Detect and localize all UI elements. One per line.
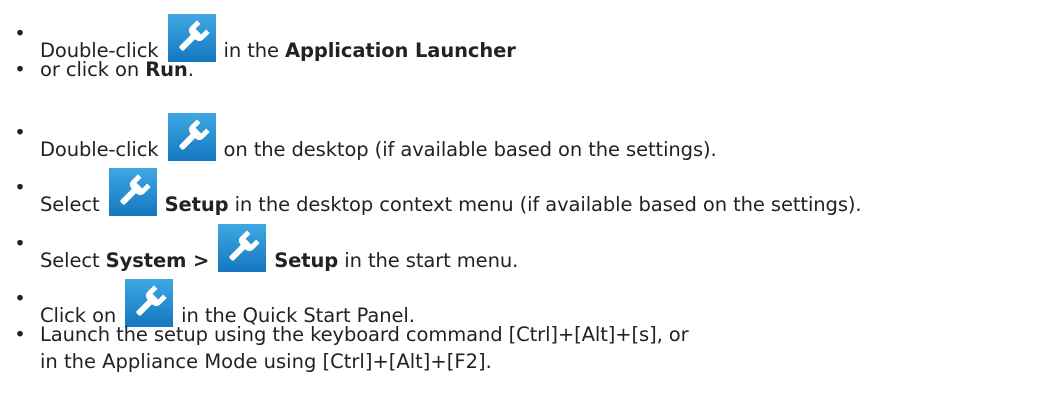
item-text: in the: [223, 39, 279, 62]
list-item: Launch the setup using the keyboard comm…: [40, 322, 689, 348]
wrench-icon: [168, 14, 216, 62]
wrench-icon: [168, 113, 216, 161]
item-text: in the Appliance Mode using [Ctrl]+[Alt]…: [40, 350, 492, 373]
bullet: •: [14, 323, 26, 346]
item-bold-text: Application Launcher: [285, 39, 516, 62]
setup-label: Setup: [274, 249, 339, 272]
bullet: •: [14, 232, 26, 255]
item-text: Select: [40, 249, 100, 272]
item-text: Launch the setup using the keyboard comm…: [40, 323, 689, 346]
setup-launch-instructions: • Double-click in the Application Launche…: [0, 0, 1046, 394]
list-item: Double-click on the desktop (if available…: [40, 120, 717, 161]
bullet: •: [14, 176, 26, 199]
wrench-icon: [218, 224, 266, 272]
item-text: Select: [40, 193, 100, 216]
list-item: or click on Run.: [40, 57, 194, 83]
item-text: in the start menu.: [344, 249, 519, 272]
setup-label: Setup: [164, 193, 229, 216]
bullet: •: [14, 287, 26, 310]
list-item: Click on in the Quick Start Panel.: [40, 286, 415, 327]
item-text: .: [187, 58, 194, 81]
wrench-icon: [125, 279, 173, 327]
wrench-icon: [109, 168, 157, 216]
item-text: on the desktop (if available based on th…: [223, 138, 717, 161]
bullet: •: [14, 121, 26, 144]
bullet: •: [14, 22, 26, 45]
bullet: •: [14, 58, 26, 81]
system-label: System >: [105, 249, 210, 272]
item-text: in the desktop context menu (if availabl…: [234, 193, 862, 216]
item-text: Double-click: [40, 138, 159, 161]
list-item: Select Setup in the desktop context menu …: [40, 175, 862, 216]
list-item: Double-click in the Application Launcher: [40, 21, 516, 62]
run-label: Run: [145, 58, 188, 81]
item-text: or click on: [40, 58, 140, 81]
list-item: Select System > Setup in the start menu.: [40, 231, 518, 272]
list-item-continuation: in the Appliance Mode using [Ctrl]+[Alt]…: [40, 349, 492, 375]
